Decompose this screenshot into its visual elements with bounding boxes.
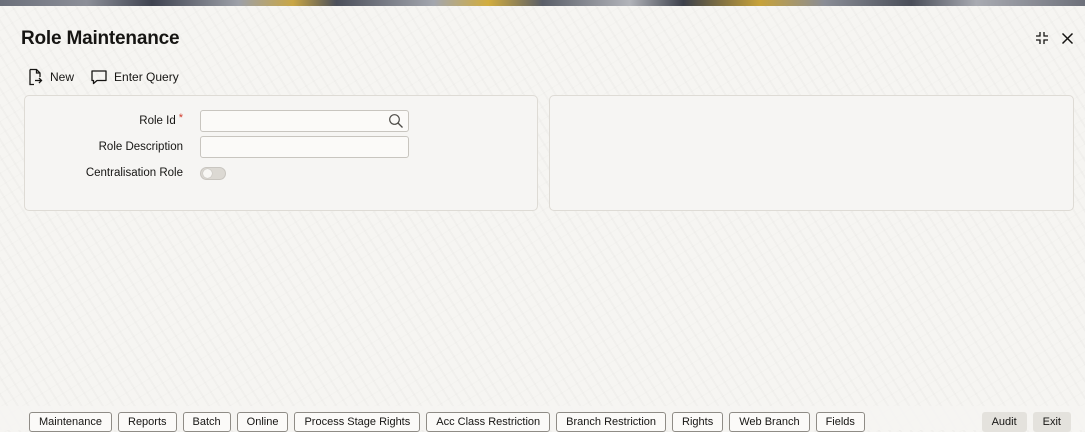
tab-maintenance[interactable]: Maintenance — [29, 412, 112, 432]
collapse-icon[interactable] — [1032, 28, 1052, 48]
role-id-input[interactable] — [200, 110, 409, 132]
centralisation-role-label: Centralisation Role — [85, 167, 183, 179]
role-details-panel: Role Id * Role Description Centralisation… — [24, 95, 538, 211]
tab-rights[interactable]: Rights — [672, 412, 724, 432]
tab-reports[interactable]: Reports — [118, 412, 177, 432]
query-comment-icon — [90, 68, 108, 86]
role-id-label: Role Id * — [25, 112, 200, 127]
exit-button[interactable]: Exit — [1032, 412, 1071, 432]
role-description-input[interactable] — [200, 136, 409, 158]
action-buttons: Audit Exit — [981, 412, 1071, 432]
toolbar: New Enter Query — [26, 68, 179, 86]
required-marker: * — [178, 112, 183, 124]
tab-branch-restriction[interactable]: Branch Restriction — [556, 412, 667, 432]
close-icon[interactable] — [1057, 28, 1077, 48]
tab-acc-class-restriction[interactable]: Acc Class Restriction — [426, 412, 551, 432]
new-button[interactable]: New — [26, 68, 74, 86]
new-document-icon — [26, 68, 44, 86]
function-tabs: Maintenance Reports Batch Online Process… — [29, 412, 865, 432]
toggle-knob — [203, 168, 212, 178]
role-id-label-text: Role Id — [139, 115, 176, 127]
tab-online[interactable]: Online — [236, 412, 289, 432]
new-label: New — [50, 70, 75, 84]
tab-fields[interactable]: Fields — [815, 412, 865, 432]
role-description-label: Role Description — [98, 141, 183, 153]
centralisation-role-toggle[interactable] — [200, 166, 226, 180]
secondary-panel — [549, 95, 1074, 211]
tab-web-branch[interactable]: Web Branch — [729, 412, 810, 432]
top-decorative-banner — [0, 0, 1085, 6]
window-controls — [1032, 28, 1077, 48]
search-icon[interactable] — [388, 113, 404, 129]
page-title: Role Maintenance — [21, 28, 180, 49]
role-id-field-wrap — [200, 110, 409, 132]
audit-button[interactable]: Audit — [981, 412, 1027, 432]
tab-process-stage-rights[interactable]: Process Stage Rights — [294, 412, 421, 432]
enter-query-button[interactable]: Enter Query — [90, 68, 179, 86]
role-description-row: Role Description — [25, 136, 409, 158]
enter-query-label: Enter Query — [114, 70, 179, 84]
centralisation-role-row: Centralisation Role — [25, 162, 226, 184]
role-id-row: Role Id * — [25, 110, 409, 132]
tab-batch[interactable]: Batch — [182, 412, 231, 432]
